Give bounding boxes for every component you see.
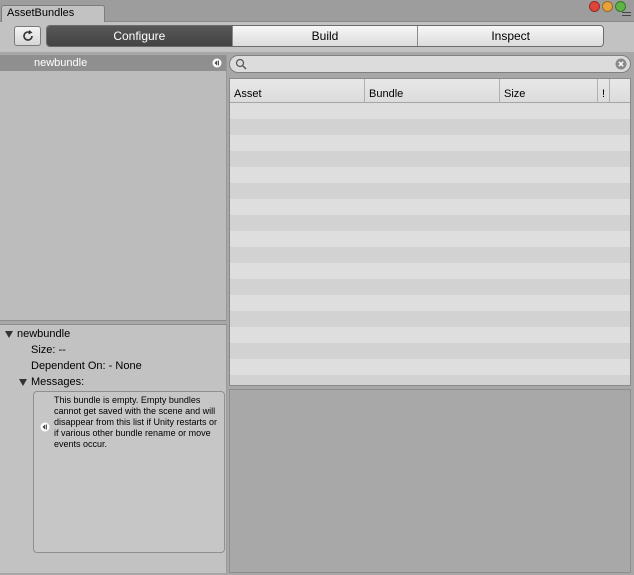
maximize-window-button[interactable] [615, 1, 626, 12]
messages-label: Messages: [31, 376, 85, 388]
tab-build[interactable]: Build [232, 26, 419, 46]
column-header-bundle[interactable]: Bundle [365, 79, 500, 103]
refresh-button[interactable] [14, 26, 41, 46]
table-row [230, 359, 630, 375]
table-row [230, 263, 630, 279]
table-row [230, 375, 630, 385]
table-row [230, 279, 630, 295]
bundle-list-panel[interactable]: newbundle [0, 55, 227, 321]
window-tab-label: AssetBundles [7, 7, 75, 19]
bundle-size: Size: -- [31, 344, 66, 356]
table-body [230, 103, 630, 385]
search-bar [229, 55, 631, 73]
window-title-bar: AssetBundles [0, 0, 634, 22]
asset-table[interactable]: Asset Bundle Size ! [229, 78, 631, 386]
column-header-size[interactable]: Size [500, 79, 598, 103]
bundle-dependent-on: Dependent On: - None [31, 360, 142, 372]
table-row [230, 247, 630, 263]
table-row [230, 327, 630, 343]
tab-configure[interactable]: Configure [47, 26, 233, 46]
foldout-arrow-icon [5, 330, 13, 338]
bundle-name: newbundle [34, 57, 88, 69]
bundle-list-item[interactable]: newbundle [0, 55, 226, 71]
minimize-window-button[interactable] [602, 1, 613, 12]
close-window-button[interactable] [589, 1, 600, 12]
column-header-spacer [610, 79, 630, 103]
column-header-warning[interactable]: ! [598, 79, 610, 103]
table-row [230, 199, 630, 215]
bundle-details-panel: newbundle Size: -- Dependent On: - None … [0, 324, 227, 573]
table-row [230, 215, 630, 231]
mode-tab-bar: Configure Build Inspect [46, 25, 604, 47]
message-box: This bundle is empty. Empty bundles cann… [33, 391, 225, 553]
details-title: newbundle [17, 328, 71, 340]
table-row [230, 103, 630, 119]
table-row [230, 231, 630, 247]
search-input[interactable] [250, 57, 610, 71]
search-icon [235, 58, 247, 70]
warning-icon [40, 422, 50, 432]
table-row [230, 135, 630, 151]
window-tab[interactable]: AssetBundles [1, 5, 105, 22]
table-row [230, 151, 630, 167]
table-row [230, 343, 630, 359]
table-header: Asset Bundle Size ! [230, 79, 630, 103]
refresh-icon [22, 30, 33, 41]
foldout-arrow-icon [19, 378, 27, 386]
table-row [230, 167, 630, 183]
column-header-asset[interactable]: Asset [230, 79, 365, 103]
window-menu-icon[interactable] [619, 12, 631, 20]
window-controls [589, 1, 626, 12]
table-row [230, 311, 630, 327]
asset-preview-panel [229, 389, 631, 573]
table-row [230, 183, 630, 199]
message-text: This bundle is empty. Empty bundles cann… [54, 395, 218, 449]
table-row [230, 119, 630, 135]
warning-icon [212, 58, 222, 68]
bundle-foldout[interactable]: newbundle [5, 328, 70, 340]
messages-foldout[interactable]: Messages: [19, 376, 84, 388]
tab-inspect[interactable]: Inspect [418, 26, 603, 46]
toolbar: Configure Build Inspect [0, 22, 634, 52]
clear-search-icon[interactable] [615, 58, 627, 70]
table-row [230, 295, 630, 311]
